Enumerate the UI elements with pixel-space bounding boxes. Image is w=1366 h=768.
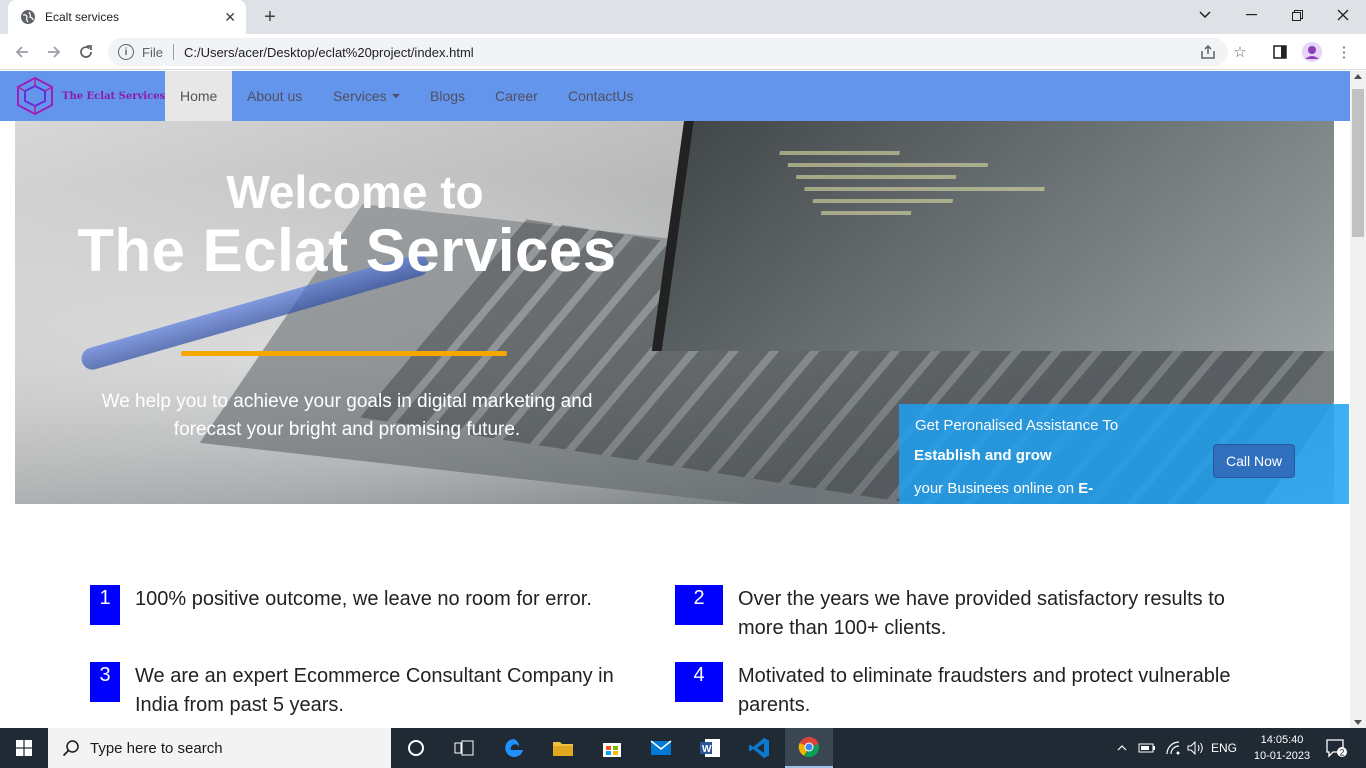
share-icon[interactable] (1198, 42, 1218, 62)
page-scrollbar[interactable] (1350, 71, 1366, 728)
mail-icon[interactable] (637, 728, 685, 768)
feature-item-4: 4 Motivated to eliminate fraudsters and … (675, 662, 1245, 720)
notification-center-icon[interactable]: 2 (1320, 728, 1354, 768)
feature-text: 100% positive outcome, we leave no room … (135, 588, 592, 610)
language-indicator[interactable]: ENG (1208, 728, 1240, 768)
nav-blogs[interactable]: Blogs (415, 71, 480, 121)
nav-contact-us[interactable]: ContactUs (553, 71, 648, 121)
back-icon[interactable] (8, 38, 36, 66)
battery-icon[interactable] (1136, 728, 1158, 768)
feature-number: 3 (90, 662, 120, 702)
hero-subtitle: We help you to achieve your goals in dig… (101, 391, 593, 440)
hero-laptop-screen (651, 121, 1334, 351)
site-navbar: The Eclat Services Home About us Service… (0, 71, 1350, 121)
feature-number: 2 (675, 585, 723, 625)
clock-date: 10-01-2023 (1253, 750, 1311, 762)
close-window-icon[interactable] (1320, 0, 1366, 30)
chrome-icon[interactable] (785, 728, 833, 768)
menu-kebab-icon[interactable]: ⋮ (1334, 42, 1354, 62)
logo-cube-icon (17, 76, 53, 116)
bookmark-star-icon[interactable]: ☆ (1230, 42, 1250, 62)
scroll-down-icon[interactable] (1354, 720, 1362, 725)
logo-text: The Eclat Services (62, 90, 166, 102)
nav-services-label: Services (333, 88, 387, 104)
taskbar-search-placeholder: Type here to search (90, 739, 223, 757)
windows-taskbar: Type here to search W ENG 14:05:40 10-01… (0, 728, 1366, 768)
reload-icon[interactable] (72, 38, 100, 66)
volume-icon[interactable] (1185, 728, 1207, 768)
browser-tab[interactable]: Ecalt services ✕ (8, 0, 246, 34)
tab-search-icon[interactable] (1182, 0, 1228, 30)
browser-tab-strip: Ecalt services ✕ + (0, 0, 1366, 34)
globe-icon (20, 9, 36, 25)
scheme-label: File (142, 44, 163, 60)
callout-line3-text: your Businees online on (914, 480, 1075, 497)
site-info-icon[interactable]: i (118, 44, 134, 60)
tab-title: Ecalt services (45, 10, 120, 24)
feature-text: Motivated to eliminate fraudsters and pr… (738, 665, 1231, 716)
address-bar[interactable]: i File C:/Users/acer/Desktop/eclat%20pro… (108, 38, 1228, 66)
taskbar-search-box[interactable]: Type here to search (48, 728, 391, 768)
feature-number: 4 (675, 662, 723, 702)
windows-start-icon[interactable] (0, 728, 48, 768)
side-panel-icon[interactable] (1270, 42, 1290, 62)
forward-icon[interactable] (40, 38, 68, 66)
new-tab-icon[interactable]: + (258, 5, 282, 29)
feature-item-1: 1 100% positive outcome, we leave no roo… (90, 585, 630, 625)
page-viewport: The Eclat Services Home About us Service… (0, 71, 1350, 728)
file-explorer-icon[interactable] (539, 728, 587, 768)
word-icon[interactable]: W (686, 728, 734, 768)
chevron-down-icon (391, 94, 400, 98)
site-logo[interactable]: The Eclat Services (14, 71, 165, 121)
store-icon[interactable] (588, 728, 636, 768)
show-hidden-icons-icon[interactable] (1112, 728, 1132, 768)
hero-title-line1: Welcome to (226, 166, 484, 218)
omnibox-divider (172, 44, 174, 60)
task-view-icon[interactable] (440, 728, 488, 768)
url-text[interactable]: C:/Users/acer/Desktop/eclat%20project/in… (184, 45, 474, 60)
search-icon (62, 740, 79, 757)
browser-toolbar: i File C:/Users/acer/Desktop/eclat%20pro… (0, 34, 1366, 70)
edge-browser-icon[interactable] (490, 728, 538, 768)
taskbar-clock[interactable]: 14:05:40 10-01-2023 (1244, 732, 1320, 764)
nav-services[interactable]: Services (318, 71, 415, 121)
feature-number: 1 (90, 585, 120, 625)
scroll-up-icon[interactable] (1354, 74, 1362, 79)
notification-count: 2 (1340, 748, 1345, 758)
svg-text:W: W (702, 744, 712, 755)
minimize-icon[interactable] (1228, 0, 1274, 30)
network-icon[interactable] (1162, 728, 1184, 768)
nav-about-us[interactable]: About us (232, 71, 317, 121)
feature-text: Over the years we have provided satisfac… (738, 588, 1225, 639)
feature-item-3: 3 We are an expert Ecommerce Consultant … (90, 662, 630, 720)
callout-line3-bold: E- (1078, 480, 1094, 497)
assistance-callout: Get Peronalised Assistance To Establish … (899, 404, 1349, 504)
tab-close-icon[interactable]: ✕ (224, 9, 236, 26)
profile-avatar[interactable] (1302, 42, 1322, 62)
scrollbar-thumb[interactable] (1352, 89, 1364, 237)
feature-text: We are an expert Ecommerce Consultant Co… (135, 665, 614, 716)
cortana-icon[interactable] (392, 728, 440, 768)
call-now-button[interactable]: Call Now (1213, 444, 1295, 478)
restore-icon[interactable] (1274, 0, 1320, 30)
hero-accent-underline (181, 351, 507, 356)
nav-home[interactable]: Home (165, 71, 233, 121)
feature-item-2: 2 Over the years we have provided satisf… (675, 585, 1245, 643)
callout-line1: Get Peronalised Assistance To (915, 417, 1119, 434)
hero-title-line2: The Eclat Services (77, 217, 617, 284)
callout-line3: your Businees online on E- (914, 480, 1093, 497)
vscode-icon[interactable] (735, 728, 783, 768)
callout-line2: Establish and grow (914, 447, 1052, 464)
clock-time: 14:05:40 (1260, 734, 1304, 746)
nav-career[interactable]: Career (480, 71, 553, 121)
